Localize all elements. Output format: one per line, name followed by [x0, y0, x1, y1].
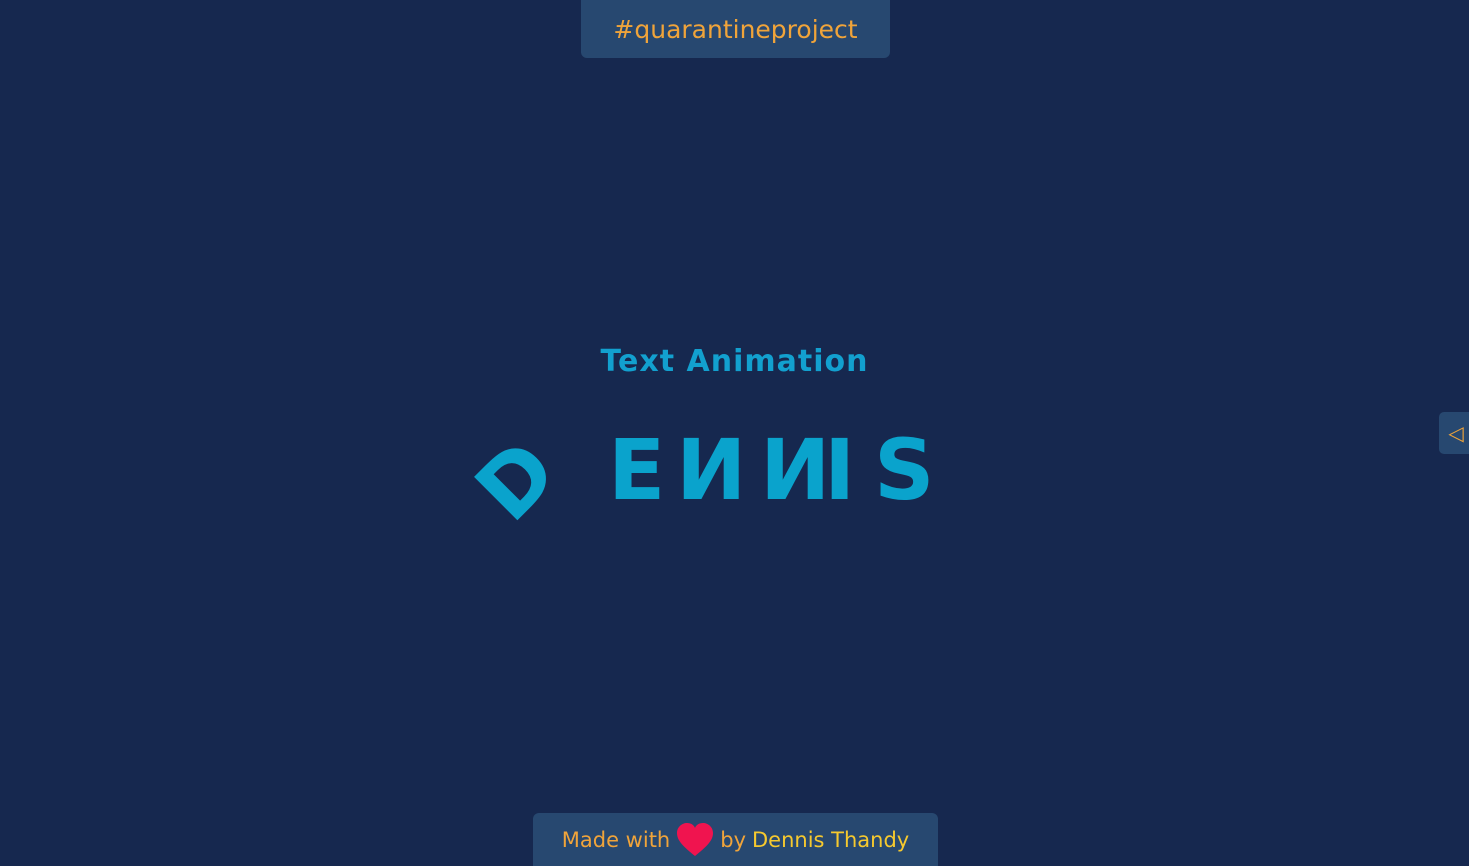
footer-credit: Made with by Dennis Thandy: [533, 813, 938, 866]
hashtag-text: #quarantineproject: [613, 14, 858, 44]
side-panel-toggle-button[interactable]: ◁: [1439, 412, 1469, 454]
heart-icon: [676, 822, 714, 857]
page-title: Text Animation: [600, 344, 869, 379]
page: #quarantineproject Text Animation D E N …: [0, 0, 1469, 866]
footer-made-with: Made with: [561, 827, 671, 852]
triangle-left-icon: ◁: [1448, 421, 1464, 445]
animated-letter: E: [608, 421, 666, 519]
hashtag-badge: #quarantineproject: [581, 0, 890, 58]
animated-letter: S: [874, 421, 935, 519]
footer-by: by: [720, 827, 746, 852]
author-link[interactable]: Dennis Thandy: [752, 828, 909, 852]
animated-letter: N: [676, 421, 747, 519]
animated-letter: N: [760, 421, 831, 519]
animated-word: D E N N I S: [454, 419, 950, 538]
animated-letter: D: [454, 418, 574, 538]
animated-letter: I: [824, 421, 856, 519]
